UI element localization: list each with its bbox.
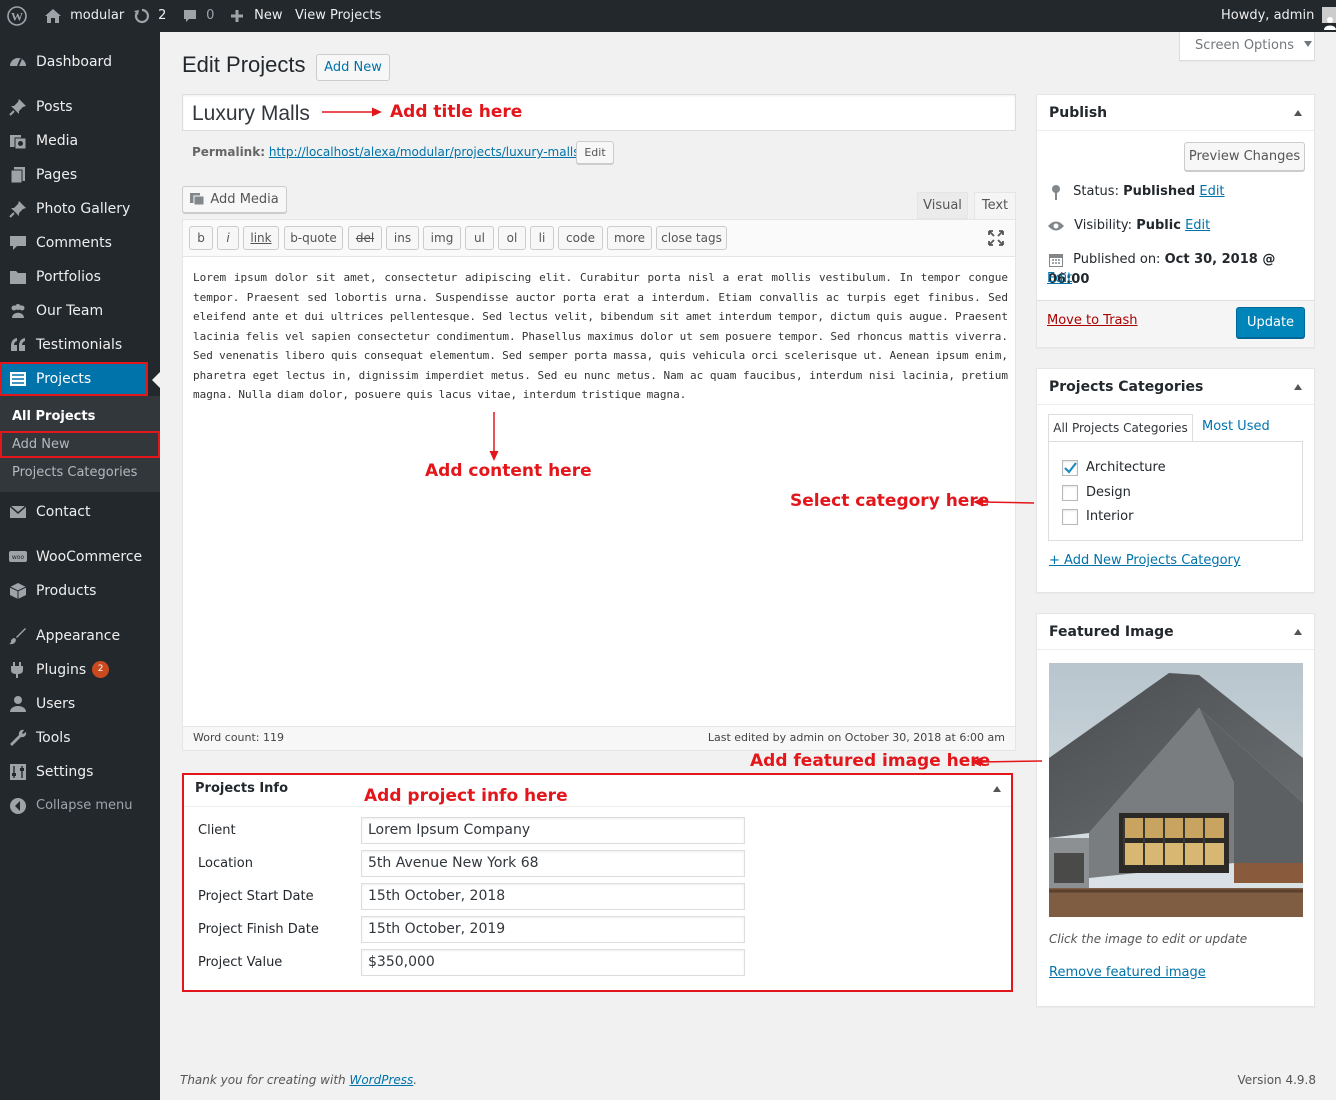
footer-thanks-text: Thank you for creating with (180, 1073, 350, 1087)
annotation-arrows (322, 107, 1043, 767)
footer-period: . (413, 1073, 418, 1087)
annotation-content: Add content here (425, 461, 592, 481)
footer-wordpress-link[interactable]: WordPress (349, 1073, 413, 1087)
footer-thanks: Thank you for creating with WordPress. (180, 1073, 417, 1087)
arrow-category (981, 501, 1035, 504)
annotation-info: Add project info here (364, 786, 568, 806)
footer-version: Version 4.9.8 (1237, 1073, 1316, 1087)
annotation-title: Add title here (390, 102, 523, 122)
annotation-category: Select category here (790, 491, 990, 511)
annotation-featured: Add featured image here (750, 751, 991, 771)
